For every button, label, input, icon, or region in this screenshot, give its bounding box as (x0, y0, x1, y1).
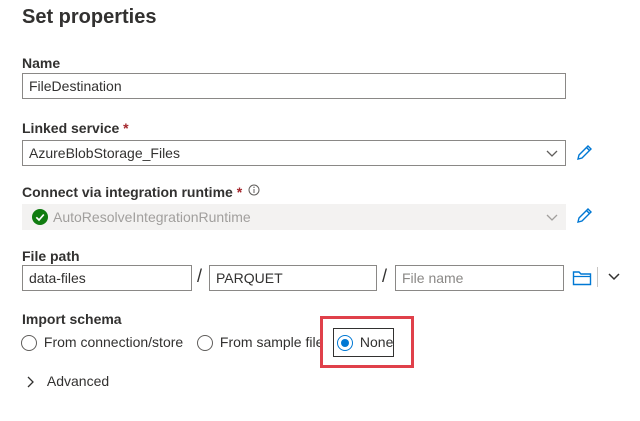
name-field[interactable]: FileDestination (22, 73, 566, 99)
radio-label: None (359, 334, 394, 350)
check-circle-icon (32, 209, 48, 225)
path-separator: / (382, 266, 388, 286)
file-path-directory-input[interactable]: PARQUET (209, 265, 377, 291)
radio-label: From connection/store (43, 334, 184, 350)
integration-runtime-value: AutoResolveIntegrationRuntime (53, 209, 251, 225)
name-field-value: FileDestination (29, 78, 122, 94)
pencil-icon[interactable] (575, 205, 595, 225)
radio-circle-selected[interactable] (337, 335, 353, 352)
radio-circle[interactable] (197, 335, 213, 352)
radio-circle[interactable] (21, 335, 37, 352)
name-label: Name (22, 55, 61, 71)
required-mark: * (123, 120, 129, 136)
file-path-directory-value: PARQUET (216, 270, 283, 286)
file-path-container-input[interactable]: data-files (22, 265, 192, 291)
chevron-down-icon[interactable] (606, 270, 622, 284)
radio-none[interactable]: None (337, 334, 394, 352)
radio-label: From sample file (219, 334, 324, 350)
radio-dot (341, 339, 349, 348)
chevron-down-icon (546, 214, 558, 221)
pencil-icon[interactable] (575, 142, 595, 162)
integration-runtime-label: Connect via integration runtime * (22, 184, 260, 200)
file-path-container-value: data-files (29, 270, 86, 286)
radio-from-connection-store[interactable]: From connection/store (21, 334, 184, 352)
file-path-label: File path (22, 248, 80, 264)
required-mark: * (236, 184, 243, 200)
advanced-toggle[interactable]: Advanced (25, 373, 109, 389)
chevron-right-icon (27, 376, 34, 388)
path-separator: / (197, 266, 203, 286)
import-schema-label: Import schema (22, 311, 122, 327)
chevron-down-icon (546, 150, 558, 157)
integration-runtime-select: AutoResolveIntegrationRuntime (22, 204, 566, 230)
linked-service-select[interactable]: AzureBlobStorage_Files (22, 140, 566, 166)
radio-from-sample-file[interactable]: From sample file (197, 334, 324, 352)
advanced-label: Advanced (46, 373, 110, 389)
file-name-placeholder: File name (402, 270, 464, 286)
info-icon[interactable] (248, 184, 260, 196)
linked-service-value: AzureBlobStorage_Files (29, 145, 180, 161)
panel-title: Set properties (22, 6, 157, 28)
file-name-input[interactable]: File name (395, 265, 564, 291)
linked-service-label: Linked service * (22, 120, 129, 136)
divider (597, 267, 598, 287)
folder-icon[interactable] (572, 269, 592, 287)
